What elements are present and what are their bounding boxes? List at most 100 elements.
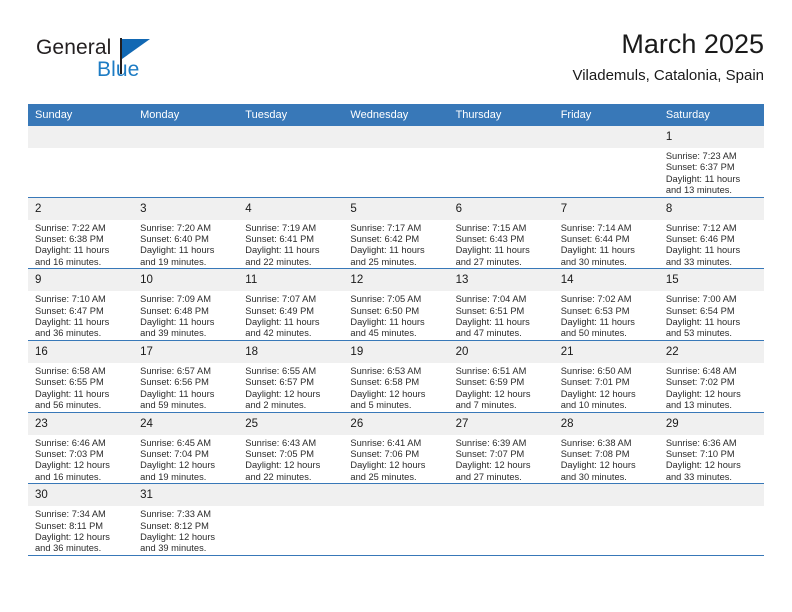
sunrise-text: Sunrise: 7:10 AM bbox=[35, 294, 106, 305]
calendar-day-cell[interactable]: 21 Sunrise: 6:50 AM Sunset: 7:01 PM Dayligh… bbox=[553, 340, 659, 413]
day-number: 3 bbox=[133, 197, 239, 220]
day-number: 21 bbox=[553, 340, 659, 363]
daylight-text: and 7 minutes. bbox=[455, 400, 517, 411]
day-number bbox=[28, 126, 134, 148]
calendar-day-cell-empty bbox=[553, 483, 659, 556]
daylight-text: Daylight: 12 hours bbox=[560, 460, 636, 471]
sunset-text: Sunset: 6:43 PM bbox=[455, 234, 525, 245]
title-block: March 2025 Vilademuls, Catalonia, Spain bbox=[572, 28, 764, 86]
day-details: Sunrise: 7:17 AM Sunset: 6:42 PM Daylight:… bbox=[343, 220, 448, 269]
calendar-day-cell-empty bbox=[553, 126, 659, 198]
calendar-day-cell-empty bbox=[238, 483, 344, 556]
calendar-day-cell-empty bbox=[343, 483, 449, 556]
calendar-day-cell[interactable]: 1 Sunrise: 7:23 AM Sunset: 6:37 PM Daylight… bbox=[658, 126, 764, 198]
day-details: Sunrise: 7:12 AM Sunset: 6:46 PM Daylight:… bbox=[659, 220, 764, 269]
weekday-tuesday: Tuesday bbox=[238, 104, 344, 126]
calendar-day-cell[interactable]: 14 Sunrise: 7:02 AM Sunset: 6:53 PM Dayligh… bbox=[553, 268, 659, 341]
calendar-day-cell[interactable]: 6 Sunrise: 7:15 AM Sunset: 6:43 PM Daylight… bbox=[448, 197, 554, 270]
calendar-day-cell[interactable]: 19 Sunrise: 6:53 AM Sunset: 6:58 PM Dayligh… bbox=[343, 340, 449, 413]
calendar-day-cell[interactable]: 26 Sunrise: 6:41 AM Sunset: 7:06 PM Dayligh… bbox=[343, 412, 449, 485]
calendar-day-cell[interactable]: 31 Sunrise: 7:33 AM Sunset: 8:12 PM Dayligh… bbox=[133, 483, 239, 556]
daylight-text: and 45 minutes. bbox=[350, 328, 417, 339]
calendar-day-cell[interactable]: 16 Sunrise: 6:58 AM Sunset: 6:55 PM Dayligh… bbox=[28, 340, 134, 413]
daylight-text: and 36 minutes. bbox=[35, 543, 102, 554]
sunrise-text: Sunrise: 7:23 AM bbox=[665, 151, 737, 161]
brand-logo[interactable]: General Blue bbox=[36, 36, 216, 92]
calendar-day-cell[interactable]: 17 Sunrise: 6:57 AM Sunset: 6:56 PM Dayligh… bbox=[133, 340, 239, 413]
sunrise-text: Sunrise: 6:58 AM bbox=[35, 365, 106, 376]
calendar-day-cell[interactable]: 15 Sunrise: 7:00 AM Sunset: 6:54 PM Dayligh… bbox=[658, 268, 764, 341]
calendar-day-cell[interactable]: 18 Sunrise: 6:55 AM Sunset: 6:57 PM Dayligh… bbox=[238, 340, 344, 413]
calendar-day-cell[interactable]: 30 Sunrise: 7:34 AM Sunset: 8:11 PM Dayligh… bbox=[28, 483, 134, 556]
calendar-day-cell[interactable]: 27 Sunrise: 6:39 AM Sunset: 7:07 PM Dayligh… bbox=[448, 412, 554, 485]
daylight-text: and 50 minutes. bbox=[560, 328, 627, 339]
calendar-day-cell-empty bbox=[658, 483, 764, 556]
day-number: 13 bbox=[448, 269, 554, 292]
calendar-day-cell[interactable]: 7 Sunrise: 7:14 AM Sunset: 6:44 PM Daylight… bbox=[553, 197, 659, 270]
daylight-text: and 16 minutes. bbox=[35, 256, 102, 267]
daylight-text: and 25 minutes. bbox=[350, 471, 417, 482]
sunrise-text: Sunrise: 7:00 AM bbox=[665, 294, 737, 305]
daylight-text: and 2 minutes. bbox=[245, 400, 307, 411]
calendar-day-cell-empty bbox=[448, 126, 554, 198]
daylight-text: and 30 minutes. bbox=[560, 471, 627, 482]
sunrise-text: Sunrise: 7:12 AM bbox=[665, 222, 737, 233]
calendar-day-cell[interactable]: 2 Sunrise: 7:22 AM Sunset: 6:38 PM Daylight… bbox=[28, 197, 134, 270]
sunset-text: Sunset: 7:01 PM bbox=[560, 377, 630, 388]
sunrise-text: Sunrise: 6:36 AM bbox=[665, 437, 737, 448]
daylight-text: and 13 minutes. bbox=[665, 400, 732, 411]
daylight-text: Daylight: 12 hours bbox=[455, 388, 531, 399]
daylight-text: and 22 minutes. bbox=[245, 256, 312, 267]
day-number bbox=[133, 126, 239, 148]
sunrise-text: Sunrise: 6:57 AM bbox=[140, 365, 211, 376]
daylight-text: Daylight: 12 hours bbox=[455, 460, 531, 471]
calendar-day-cell[interactable]: 28 Sunrise: 6:38 AM Sunset: 7:08 PM Dayligh… bbox=[553, 412, 659, 485]
calendar-day-cell[interactable]: 24 Sunrise: 6:45 AM Sunset: 7:04 PM Dayligh… bbox=[133, 412, 239, 485]
daylight-text: and 16 minutes. bbox=[35, 471, 102, 482]
daylight-text: and 30 minutes. bbox=[560, 256, 627, 267]
calendar-day-cell[interactable]: 13 Sunrise: 7:04 AM Sunset: 6:51 PM Dayligh… bbox=[448, 268, 554, 341]
calendar-day-cell[interactable]: 4 Sunrise: 7:19 AM Sunset: 6:41 PM Daylight… bbox=[238, 197, 344, 270]
daylight-text: and 25 minutes. bbox=[350, 256, 417, 267]
sunset-text: Sunset: 8:11 PM bbox=[35, 520, 104, 531]
calendar-day-cell[interactable]: 20 Sunrise: 6:51 AM Sunset: 6:59 PM Dayligh… bbox=[448, 340, 554, 413]
calendar-day-cell[interactable]: 3 Sunrise: 7:20 AM Sunset: 6:40 PM Daylight… bbox=[133, 197, 239, 270]
sunrise-text: Sunrise: 6:46 AM bbox=[35, 437, 106, 448]
day-number: 26 bbox=[343, 412, 449, 435]
daylight-text: Daylight: 12 hours bbox=[665, 460, 741, 471]
calendar-day-cell[interactable]: 9 Sunrise: 7:10 AM Sunset: 6:47 PM Daylight… bbox=[28, 268, 134, 341]
day-number: 1 bbox=[658, 126, 764, 148]
calendar-day-cell[interactable]: 23 Sunrise: 6:46 AM Sunset: 7:03 PM Dayligh… bbox=[28, 412, 134, 485]
sunset-text: Sunset: 7:06 PM bbox=[350, 448, 420, 459]
day-details: Sunrise: 6:48 AM Sunset: 7:02 PM Daylight:… bbox=[659, 363, 764, 412]
daylight-text: and 53 minutes. bbox=[665, 328, 732, 339]
calendar-day-cell[interactable]: 8 Sunrise: 7:12 AM Sunset: 6:46 PM Daylight… bbox=[658, 197, 764, 270]
calendar-day-cell[interactable]: 11 Sunrise: 7:07 AM Sunset: 6:49 PM Dayligh… bbox=[238, 268, 344, 341]
day-number: 16 bbox=[28, 340, 134, 363]
daylight-text: Daylight: 12 hours bbox=[560, 388, 636, 399]
calendar-day-cell[interactable]: 12 Sunrise: 7:05 AM Sunset: 6:50 PM Dayligh… bbox=[343, 268, 449, 341]
day-details: Sunrise: 7:19 AM Sunset: 6:41 PM Daylight:… bbox=[238, 220, 343, 269]
sunrise-text: Sunrise: 7:04 AM bbox=[455, 294, 527, 305]
sunrise-text: Sunrise: 6:50 AM bbox=[560, 365, 632, 376]
daylight-text: and 27 minutes. bbox=[455, 256, 522, 267]
calendar-day-cell[interactable]: 5 Sunrise: 7:17 AM Sunset: 6:42 PM Daylight… bbox=[343, 197, 449, 270]
day-details: Sunrise: 6:46 AM Sunset: 7:03 PM Daylight:… bbox=[28, 435, 133, 484]
daylight-text: Daylight: 12 hours bbox=[140, 531, 216, 542]
sunset-text: Sunset: 6:51 PM bbox=[455, 305, 525, 316]
day-number bbox=[238, 484, 344, 507]
day-number bbox=[553, 126, 659, 148]
day-number bbox=[448, 484, 554, 507]
calendar-day-cell[interactable]: 22 Sunrise: 6:48 AM Sunset: 7:02 PM Dayligh… bbox=[658, 340, 764, 413]
day-details: Sunrise: 7:15 AM Sunset: 6:43 PM Daylight:… bbox=[449, 220, 554, 269]
sunrise-text: Sunrise: 6:39 AM bbox=[455, 437, 527, 448]
calendar-day-cell[interactable]: 25 Sunrise: 6:43 AM Sunset: 7:05 PM Dayligh… bbox=[238, 412, 344, 485]
calendar-day-cell[interactable]: 10 Sunrise: 7:09 AM Sunset: 6:48 PM Dayligh… bbox=[133, 268, 239, 341]
sunset-text: Sunset: 6:49 PM bbox=[245, 305, 315, 316]
calendar-week-row: 1 Sunrise: 7:23 AM Sunset: 6:37 PM Daylight… bbox=[28, 126, 764, 198]
sunrise-text: Sunrise: 7:19 AM bbox=[245, 222, 317, 233]
calendar-day-cell[interactable]: 29 Sunrise: 6:36 AM Sunset: 7:10 PM Dayligh… bbox=[658, 412, 764, 485]
sunset-text: Sunset: 6:37 PM bbox=[665, 162, 735, 173]
daylight-text: and 19 minutes. bbox=[140, 256, 207, 267]
day-details: Sunrise: 7:07 AM Sunset: 6:49 PM Daylight:… bbox=[238, 291, 343, 340]
